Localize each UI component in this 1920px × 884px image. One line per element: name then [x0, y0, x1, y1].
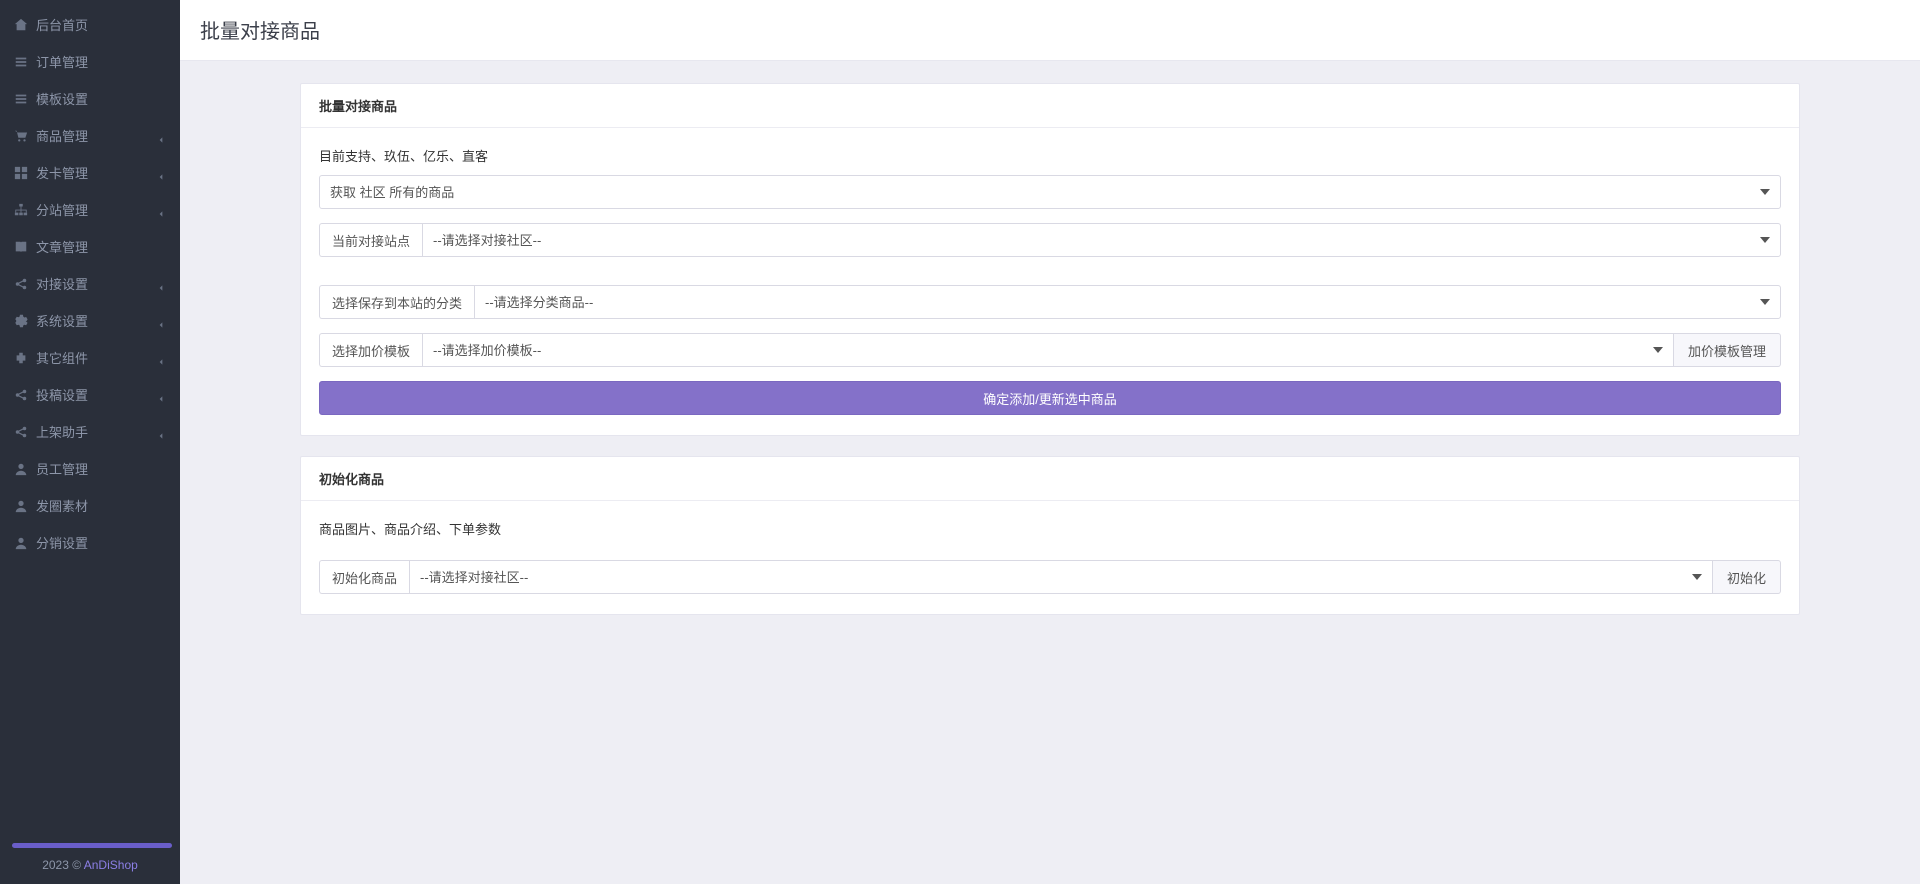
- sidebar-item-label: 其它组件: [36, 348, 88, 367]
- user-icon: [14, 536, 28, 550]
- sidebar-item-1[interactable]: 订单管理: [0, 43, 180, 80]
- sidebar-item-label: 发圈素材: [36, 496, 88, 515]
- sidebar-item-label: 发卡管理: [36, 163, 88, 182]
- select-init-product[interactable]: --请选择对接社区--: [409, 560, 1713, 594]
- grid-icon: [14, 166, 28, 180]
- list-icon: [14, 92, 28, 106]
- sidebar-item-label: 员工管理: [36, 459, 88, 478]
- sitemap-icon: [14, 203, 28, 217]
- chevron-left-icon: [157, 354, 165, 362]
- sidebar-item-label: 分销设置: [36, 533, 88, 552]
- label-save-category: 选择保存到本站的分类: [319, 285, 474, 319]
- sidebar-item-label: 文章管理: [36, 237, 88, 256]
- sidebar-item-14[interactable]: 分销设置: [0, 524, 180, 561]
- init-button[interactable]: 初始化: [1713, 560, 1781, 594]
- book-icon: [14, 240, 28, 254]
- chevron-left-icon: [157, 206, 165, 214]
- share-icon: [14, 425, 28, 439]
- sidebar: 后台首页订单管理模板设置商品管理发卡管理分站管理文章管理对接设置系统设置其它组件…: [0, 0, 180, 884]
- sidebar-item-label: 后台首页: [36, 15, 88, 34]
- batch-hint: 目前支持、玖伍、亿乐、直客: [319, 146, 1781, 165]
- sidebar-item-5[interactable]: 分站管理: [0, 191, 180, 228]
- submit-batch-button[interactable]: 确定添加/更新选中商品: [319, 381, 1781, 415]
- sidebar-menu: 后台首页订单管理模板设置商品管理发卡管理分站管理文章管理对接设置系统设置其它组件…: [0, 0, 180, 837]
- label-init-product: 初始化商品: [319, 560, 409, 594]
- sidebar-item-label: 商品管理: [36, 126, 88, 145]
- footer-year: 2023 ©: [42, 858, 84, 872]
- card-init-product: 初始化商品 商品图片、商品介绍、下单参数 初始化商品 --请选择对接社区-- 初…: [300, 456, 1800, 615]
- share-icon: [14, 388, 28, 402]
- user-icon: [14, 499, 28, 513]
- select-current-site[interactable]: --请选择对接社区--: [422, 223, 1781, 257]
- sidebar-item-3[interactable]: 商品管理: [0, 117, 180, 154]
- label-current-site: 当前对接站点: [319, 223, 422, 257]
- gear-icon: [14, 314, 28, 328]
- cart-icon: [14, 129, 28, 143]
- share-icon: [14, 277, 28, 291]
- card-batch-connect-title: 批量对接商品: [301, 84, 1799, 128]
- sidebar-item-13[interactable]: 发圈素材: [0, 487, 180, 524]
- chevron-left-icon: [157, 280, 165, 288]
- footer: 2023 © AnDiShop: [12, 858, 168, 878]
- sidebar-item-label: 模板设置: [36, 89, 88, 108]
- sidebar-item-label: 对接设置: [36, 274, 88, 293]
- page-title: 批量对接商品: [200, 15, 1900, 44]
- select-markup-template[interactable]: --请选择加价模板--: [422, 333, 1674, 367]
- select-community[interactable]: 获取 社区 所有的商品: [319, 175, 1781, 209]
- init-hint: 商品图片、商品介绍、下单参数: [319, 519, 1781, 538]
- sidebar-scrollbar[interactable]: [12, 843, 172, 848]
- sidebar-item-7[interactable]: 对接设置: [0, 265, 180, 302]
- sidebar-item-0[interactable]: 后台首页: [0, 6, 180, 43]
- sidebar-item-label: 订单管理: [36, 52, 88, 71]
- label-markup-template: 选择加价模板: [319, 333, 422, 367]
- list-icon: [14, 55, 28, 69]
- user-icon: [14, 462, 28, 476]
- sidebar-item-9[interactable]: 其它组件: [0, 339, 180, 376]
- chevron-left-icon: [157, 132, 165, 140]
- card-batch-connect: 批量对接商品 目前支持、玖伍、亿乐、直客 获取 社区 所有的商品 当前对接站点 …: [300, 83, 1800, 436]
- sidebar-item-8[interactable]: 系统设置: [0, 302, 180, 339]
- markup-template-manage-button[interactable]: 加价模板管理: [1674, 333, 1781, 367]
- plugin-icon: [14, 351, 28, 365]
- chevron-left-icon: [157, 317, 165, 325]
- sidebar-item-6[interactable]: 文章管理: [0, 228, 180, 265]
- sidebar-item-label: 分站管理: [36, 200, 88, 219]
- sidebar-item-label: 上架助手: [36, 422, 88, 441]
- chevron-left-icon: [157, 391, 165, 399]
- page-header: 批量对接商品: [180, 0, 1920, 61]
- sidebar-item-11[interactable]: 上架助手: [0, 413, 180, 450]
- chevron-left-icon: [157, 169, 165, 177]
- footer-brand-link[interactable]: AnDiShop: [84, 858, 138, 872]
- sidebar-item-4[interactable]: 发卡管理: [0, 154, 180, 191]
- sidebar-item-2[interactable]: 模板设置: [0, 80, 180, 117]
- card-init-title: 初始化商品: [301, 457, 1799, 501]
- sidebar-item-12[interactable]: 员工管理: [0, 450, 180, 487]
- home-icon: [14, 18, 28, 32]
- select-save-category[interactable]: --请选择分类商品--: [474, 285, 1781, 319]
- main: 批量对接商品 批量对接商品 目前支持、玖伍、亿乐、直客 获取 社区 所有的商品 …: [180, 0, 1920, 884]
- sidebar-item-10[interactable]: 投稿设置: [0, 376, 180, 413]
- sidebar-item-label: 系统设置: [36, 311, 88, 330]
- sidebar-item-label: 投稿设置: [36, 385, 88, 404]
- chevron-left-icon: [157, 428, 165, 436]
